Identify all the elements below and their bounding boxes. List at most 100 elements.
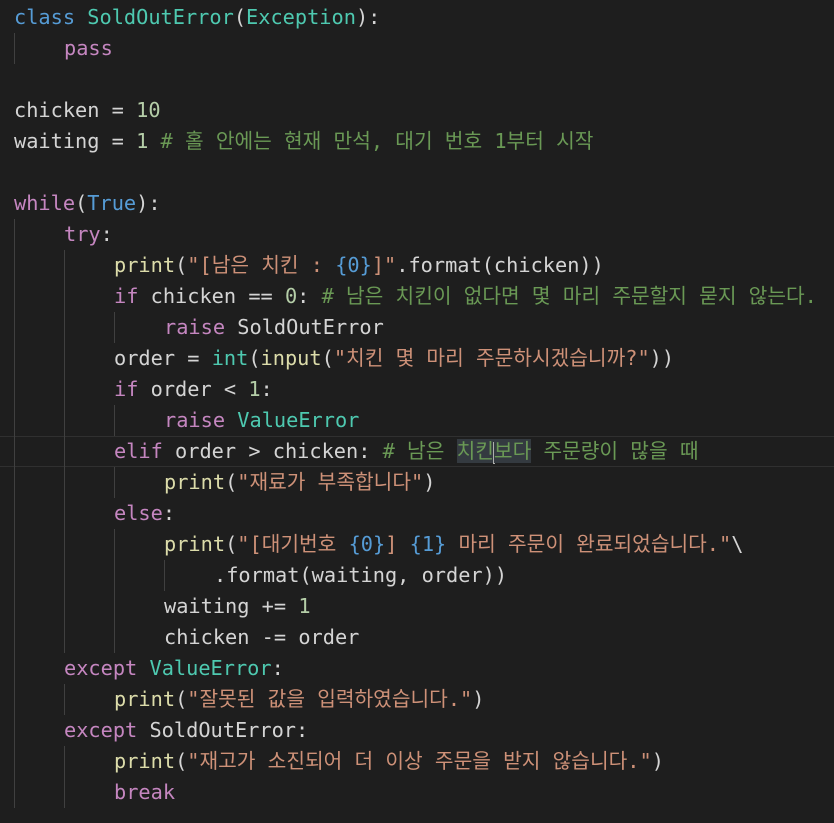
code-line[interactable]: print("재료가 부족합니다") bbox=[0, 467, 834, 498]
code-line[interactable]: if chicken == 0: # 남은 치킨이 없다면 몇 마리 주문할지 … bbox=[0, 281, 834, 312]
code-line[interactable]: try: bbox=[0, 219, 834, 250]
indent-guide bbox=[14, 312, 15, 343]
code-token: order = bbox=[114, 346, 212, 370]
indent-guide bbox=[64, 746, 65, 777]
code-token: .format(chicken)) bbox=[396, 253, 604, 277]
code-line[interactable]: print("잘못된 값을 입력하였습니다.") bbox=[0, 684, 834, 715]
code-token: print bbox=[164, 532, 226, 556]
indent-guide bbox=[14, 591, 15, 622]
code-token: raise bbox=[164, 315, 226, 339]
code-token: else bbox=[114, 501, 163, 525]
code-token: 0 bbox=[284, 284, 298, 308]
code-line[interactable]: except ValueError: bbox=[0, 653, 834, 684]
code-token: # 남은 치킨이 없다면 몇 마리 주문할지 묻지 않는다. bbox=[321, 284, 817, 308]
indent-guide bbox=[114, 467, 115, 498]
code-token: ): bbox=[355, 5, 381, 29]
code-lines[interactable]: class SoldOutError(Exception): pass chicke… bbox=[0, 2, 834, 808]
indent-guide bbox=[114, 560, 115, 591]
code-line[interactable]: print("[남은 치킨 : {0}]".format(chicken)) bbox=[0, 250, 834, 281]
code-line[interactable]: .format(waiting, order)) bbox=[0, 560, 834, 591]
code-token: "재고가 소진되어 더 이상 주문을 받지 않습니다." bbox=[187, 749, 652, 773]
code-line[interactable]: chicken = 10 bbox=[0, 95, 834, 126]
indent-guide bbox=[14, 374, 15, 405]
code-token: order < bbox=[138, 377, 249, 401]
code-token: input bbox=[260, 346, 322, 370]
code-token: 10 bbox=[136, 98, 161, 122]
indent-guide bbox=[64, 467, 65, 498]
indent-guide bbox=[14, 715, 15, 746]
code-line[interactable]: class SoldOutError(Exception): bbox=[0, 2, 834, 33]
code-token: SoldOutError: bbox=[137, 718, 309, 742]
code-token: : bbox=[260, 377, 273, 401]
code-line[interactable]: elif order > chicken: # 남은 치킨보다 주문량이 많을 … bbox=[0, 436, 834, 467]
code-line[interactable]: print("[대기번호 {0}] {1} 마리 주문이 완료되었습니다."\ bbox=[0, 529, 834, 560]
code-line[interactable]: else: bbox=[0, 498, 834, 529]
code-token: print bbox=[164, 470, 226, 494]
code-token: print bbox=[114, 749, 176, 773]
code-line[interactable]: pass bbox=[0, 33, 834, 64]
indent-guide bbox=[64, 560, 65, 591]
code-token: : bbox=[271, 656, 284, 680]
code-token: Exception bbox=[246, 5, 356, 29]
code-token: 1 bbox=[136, 129, 149, 153]
code-token: break bbox=[114, 780, 176, 804]
indent-guide bbox=[64, 405, 65, 436]
indent-guide bbox=[114, 529, 115, 560]
code-token: 주문량이 많을 때 bbox=[531, 439, 699, 463]
code-token: ( bbox=[248, 346, 261, 370]
code-token: ) bbox=[651, 749, 664, 773]
indent-guide bbox=[164, 560, 165, 591]
code-token: except bbox=[64, 656, 138, 680]
indent-guide bbox=[64, 281, 65, 312]
code-line[interactable]: raise ValueError bbox=[0, 405, 834, 436]
code-token: ( bbox=[225, 532, 238, 556]
indent-guide bbox=[64, 498, 65, 529]
code-line[interactable]: waiting += 1 bbox=[0, 591, 834, 622]
code-token: chicken -= order bbox=[164, 625, 360, 649]
code-token: waiting += bbox=[164, 594, 299, 618]
indent-guide bbox=[114, 622, 115, 653]
code-line[interactable]: waiting = 1 # 홀 안에는 현재 만석, 대기 번호 1부터 시작 bbox=[0, 126, 834, 157]
code-line[interactable]: while(True): bbox=[0, 188, 834, 219]
indent-guide bbox=[64, 622, 65, 653]
highlighted-token: 보다 bbox=[493, 439, 532, 463]
indent-guide bbox=[14, 777, 15, 808]
code-line[interactable]: raise SoldOutError bbox=[0, 312, 834, 343]
indent-guide bbox=[64, 777, 65, 808]
code-line[interactable]: if order < 1: bbox=[0, 374, 834, 405]
code-token: : bbox=[162, 501, 176, 525]
indent-guide bbox=[14, 529, 15, 560]
code-token: ( bbox=[175, 749, 188, 773]
code-token: : bbox=[100, 222, 113, 246]
indent-guide bbox=[14, 33, 15, 64]
code-token: if bbox=[114, 377, 139, 401]
indent-guide bbox=[64, 250, 65, 281]
code-token: ValueError bbox=[149, 656, 272, 680]
indent-guide bbox=[14, 281, 15, 312]
indent-guide bbox=[64, 436, 65, 467]
code-line[interactable]: except SoldOutError: bbox=[0, 715, 834, 746]
code-token: ( bbox=[175, 687, 188, 711]
indent-guide bbox=[14, 405, 15, 436]
code-token: "재료가 부족합니다" bbox=[237, 470, 424, 494]
code-token: raise bbox=[164, 408, 226, 432]
code-editor[interactable]: class SoldOutError(Exception): pass chicke… bbox=[0, 0, 834, 823]
code-line[interactable]: order = int(input("치킨 몇 마리 주문하시겠습니까?")) bbox=[0, 343, 834, 374]
code-token: order > chicken: bbox=[162, 439, 383, 463]
code-line[interactable]: chicken -= order bbox=[0, 622, 834, 653]
code-token: 1 bbox=[298, 594, 311, 618]
indent-guide bbox=[14, 343, 15, 374]
code-token: waiting = bbox=[14, 129, 137, 153]
indent-guide bbox=[14, 560, 15, 591]
code-line[interactable]: break bbox=[0, 777, 834, 808]
indent-guide bbox=[14, 653, 15, 684]
code-line[interactable] bbox=[0, 157, 834, 188]
code-token: ( bbox=[75, 191, 88, 215]
code-line[interactable] bbox=[0, 64, 834, 95]
code-line[interactable]: print("재고가 소진되어 더 이상 주문을 받지 않습니다.") bbox=[0, 746, 834, 777]
code-token: int bbox=[211, 346, 249, 370]
indent-guide bbox=[114, 591, 115, 622]
code-token: SoldOutError bbox=[225, 315, 384, 339]
